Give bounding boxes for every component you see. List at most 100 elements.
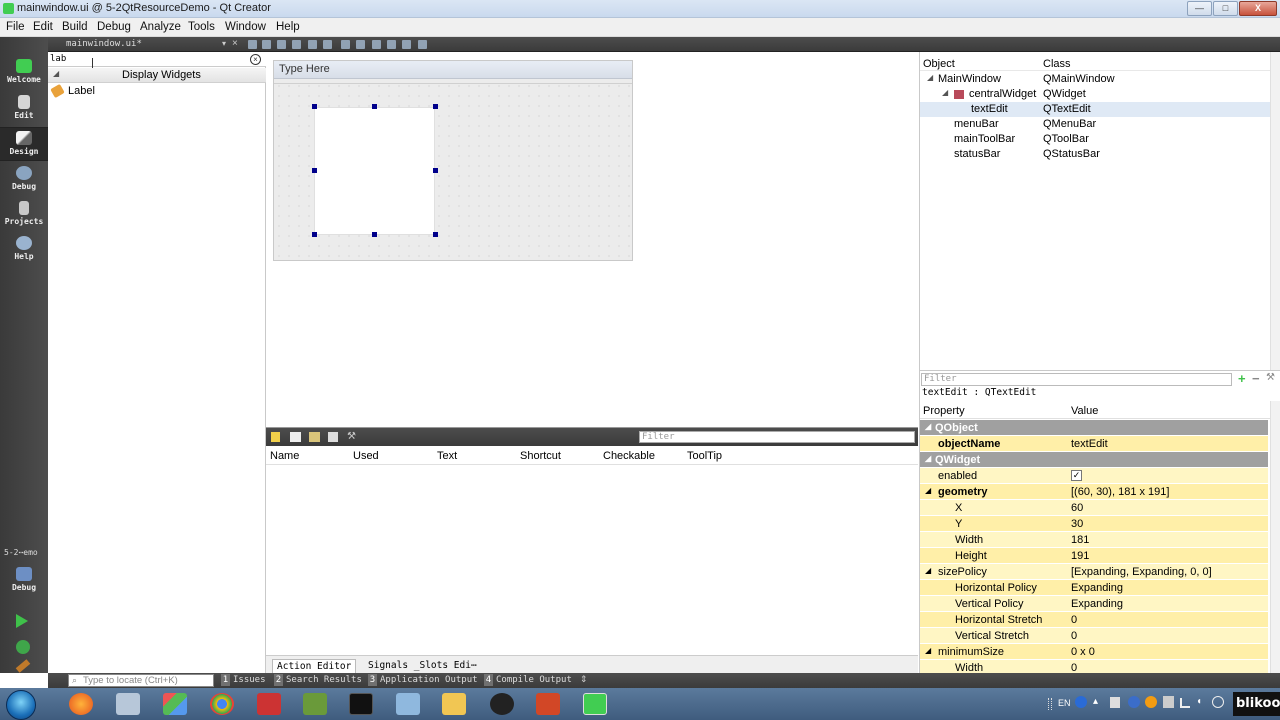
run-icon[interactable] [16,614,28,628]
text-edit-widget[interactable] [314,107,435,235]
delete-action-icon[interactable] [328,432,338,442]
widget-category-header[interactable]: ◢ Display Widgets [48,68,266,83]
terminal-icon[interactable] [349,693,373,715]
resize-handle-l[interactable] [312,168,317,173]
property-value[interactable]: 30 [1071,518,1083,530]
action-filter-input[interactable]: Filter [639,431,915,443]
menu-analyze[interactable]: Analyze [140,21,181,33]
toggle-output-icon[interactable]: ⇕ [580,674,588,685]
property-row-objectname[interactable]: objectName textEdit [920,436,1268,452]
property-row-y[interactable]: Y 30 [920,516,1268,532]
enabled-checkbox[interactable]: ✓ [1071,470,1082,481]
property-value[interactable]: textEdit [1071,438,1108,450]
menu-file[interactable]: File [6,21,25,33]
property-row-width[interactable]: Width 181 [920,532,1268,548]
column-text[interactable]: Text [437,450,457,462]
resize-handle-br[interactable] [433,232,438,237]
start-button[interactable] [6,690,36,720]
app-red-icon[interactable] [257,693,281,715]
menu-type-here[interactable]: Type Here [279,63,330,75]
menu-window[interactable]: Window [225,21,266,33]
property-value[interactable]: [(60, 30), 181 x 191] [1071,486,1169,498]
property-editor-scrollbar[interactable] [1270,401,1280,673]
column-name[interactable]: Name [270,450,299,462]
file-explorer-icon[interactable] [442,693,466,715]
tree-row-textedit[interactable]: textEdit QTextEdit [920,102,1270,117]
document-tab[interactable]: mainwindow.ui* [66,39,142,49]
tree-row-mainwindow[interactable]: ◢ MainWindow QMainWindow [920,72,1270,87]
widget-item-label[interactable]: Label [48,83,266,100]
menu-tools[interactable]: Tools [188,21,215,33]
tools-app-icon[interactable] [116,693,140,715]
add-dynamic-property-icon[interactable]: + [1238,371,1246,386]
lay-out-vertically-icon[interactable] [356,40,365,49]
property-row-horizontal-policy[interactable]: Horizontal Policy Expanding [920,580,1268,596]
search-results-button[interactable]: 2 Search Results [274,674,362,687]
mode-debug[interactable]: Debug [0,163,48,197]
property-value[interactable]: 60 [1071,502,1083,514]
battery-icon[interactable] [1163,696,1174,708]
menu-debug[interactable]: Debug [97,21,131,33]
property-value[interactable]: 0 [1071,614,1077,626]
column-property[interactable]: Property [923,405,965,417]
mode-projects[interactable]: Projects [0,198,48,232]
property-value[interactable]: Expanding [1071,582,1123,594]
property-row-horizontal-stretch[interactable]: Horizontal Stretch 0 [920,612,1268,628]
new-action-icon[interactable] [271,432,280,442]
configure-icon[interactable]: ⚒ [1266,372,1275,383]
notepad-icon[interactable] [303,693,327,715]
powerpoint-icon[interactable] [536,693,560,715]
object-inspector-scrollbar[interactable] [1270,52,1280,370]
column-object[interactable]: Object [923,58,955,70]
tray-status-icon[interactable] [1212,696,1224,708]
app-blue-icon[interactable] [396,693,420,715]
lay-out-horizontally-icon[interactable] [341,40,350,49]
property-value[interactable]: Expanding [1071,598,1123,610]
property-value[interactable]: 0 [1071,662,1077,673]
splitter-icon[interactable] [372,40,381,49]
layout-vertical-icon[interactable] [262,40,271,49]
column-used[interactable]: Used [353,450,379,462]
close-document-icon[interactable]: × [232,38,238,49]
property-value[interactable]: 191 [1071,550,1089,562]
application-output-button[interactable]: 3 Application Output [368,674,478,687]
resize-handle-bl[interactable] [312,232,317,237]
property-value[interactable]: 181 [1071,534,1089,546]
network-tray-icon[interactable] [1128,696,1140,708]
form-layout-icon[interactable] [402,40,411,49]
signal-icon[interactable] [1180,698,1190,708]
property-row-enabled[interactable]: enabled ✓ [920,468,1268,484]
column-checkable[interactable]: Checkable [603,450,655,462]
menu-edit[interactable]: Edit [33,21,53,33]
mode-edit[interactable]: Edit [0,92,48,126]
obs-icon[interactable] [490,693,514,715]
debug-run-icon[interactable] [16,640,30,654]
issues-button[interactable]: 1 Issues [221,674,266,687]
mode-welcome[interactable]: Welcome [0,56,48,90]
column-class[interactable]: Class [1043,58,1071,70]
property-group-qobject[interactable]: ◢ QObject [920,420,1268,436]
remove-property-icon[interactable]: − [1252,371,1260,386]
property-row-height[interactable]: Height 191 [920,548,1268,564]
language-indicator[interactable]: EN [1058,698,1071,708]
form-window[interactable]: Type Here [273,60,633,261]
property-value[interactable]: [Expanding, Expanding, 0, 0] [1071,566,1212,578]
tree-row-menubar[interactable]: menuBar QMenuBar [920,117,1270,132]
compile-output-button[interactable]: 4 Compile Output [484,674,572,687]
firefox-icon[interactable] [69,693,93,715]
mode-help[interactable]: Help [0,233,48,267]
tray-expand-icon[interactable]: ▴ [1093,696,1098,707]
close-button[interactable]: X [1239,1,1277,16]
property-row-sizepolicy[interactable]: ◢ sizePolicy [Expanding, Expanding, 0, 0… [920,564,1268,580]
configure-icon[interactable]: ⚒ [347,431,356,442]
adjust-size-icon[interactable] [418,40,427,49]
property-row-minimumsize[interactable]: ◢ minimumSize 0 x 0 [920,644,1268,660]
resize-handle-t[interactable] [372,104,377,109]
property-row-vertical-stretch[interactable]: Vertical Stretch 0 [920,628,1268,644]
column-tooltip[interactable]: ToolTip [687,450,722,462]
tab-signals-slots-editor[interactable]: Signals _Slots Edi⋯ [364,659,481,673]
property-filter-input[interactable]: Filter [921,373,1232,386]
form-menu-bar[interactable]: Type Here [274,61,632,79]
app-diamond-icon[interactable] [163,693,187,715]
property-value[interactable]: 0 x 0 [1071,646,1095,658]
